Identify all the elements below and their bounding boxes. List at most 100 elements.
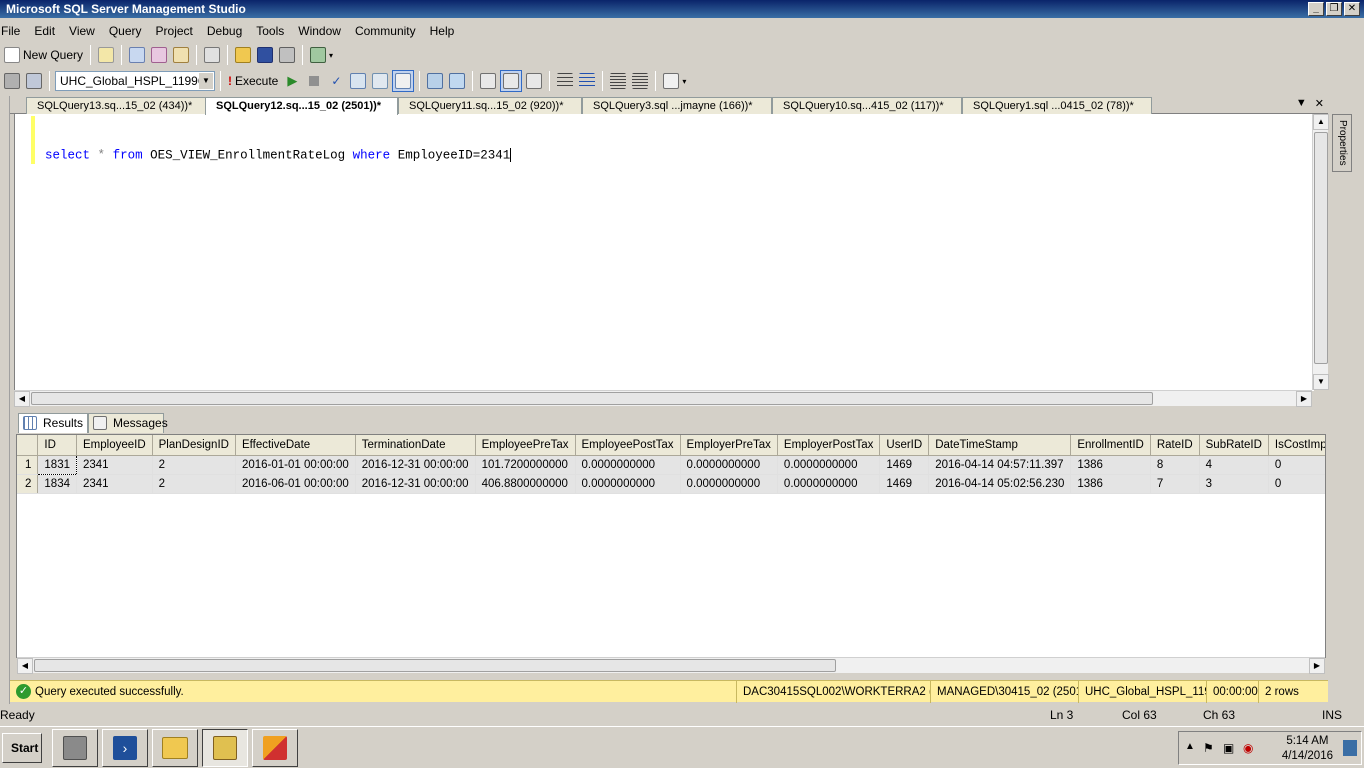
grid-cell[interactable]: 2016-12-31 00:00:00 [355, 474, 476, 494]
column-header[interactable]: SubRateID [1199, 435, 1269, 456]
row-header-corner[interactable] [17, 435, 39, 456]
uncomment-button[interactable] [577, 70, 597, 92]
grid-cell[interactable]: 3 [1199, 474, 1269, 494]
taskbar-server-manager[interactable] [52, 729, 98, 767]
scroll-right-icon[interactable]: ▶ [1309, 658, 1325, 674]
close-window-button[interactable]: ✕ [1344, 2, 1360, 16]
tab-sqlquery12[interactable]: SQLQuery12.sq...15_02 (2501))* [205, 97, 398, 115]
tab-list-dropdown-icon[interactable]: ▼ [1296, 97, 1307, 110]
cancel-query-button[interactable] [304, 70, 324, 92]
tab-messages[interactable]: Messages [88, 413, 168, 433]
menu-file[interactable]: File [0, 20, 27, 42]
table-row[interactable]: 1 1831 2341 2 2016-01-01 00:00:00 2016-1… [17, 454, 1325, 475]
sql-compact-button[interactable] [202, 44, 222, 66]
column-header[interactable]: EnrollmentID [1070, 435, 1151, 456]
increase-indent-button[interactable] [630, 70, 650, 92]
menu-edit[interactable]: Edit [27, 20, 62, 42]
grid-cell[interactable]: 2016-06-01 00:00:00 [235, 474, 356, 494]
query-options-button[interactable] [370, 70, 390, 92]
connect-button[interactable] [2, 70, 22, 92]
specify-template-values-button[interactable]: ▾ [661, 70, 688, 92]
tab-sqlquery3[interactable]: SQLQuery3.sql ...jmayne (166))* [582, 97, 772, 114]
grid-cell[interactable]: 2016-04-14 04:57:11.397 [928, 455, 1072, 475]
column-header[interactable]: EmployeePreTax [475, 435, 576, 456]
results-to-file-button[interactable] [524, 70, 544, 92]
grid-cell[interactable]: 8 [1150, 455, 1200, 475]
menu-community[interactable]: Community [348, 20, 423, 42]
open-file-button[interactable] [233, 44, 253, 66]
include-actual-plan-button[interactable] [425, 70, 445, 92]
grid-cell[interactable]: 0.0000000000 [777, 455, 881, 475]
show-hidden-icons-icon[interactable]: ▲ [1185, 741, 1195, 752]
grid-cell[interactable]: 1386 [1070, 474, 1151, 494]
column-header[interactable]: ID [37, 435, 77, 456]
network-icon[interactable]: ▣ [1223, 741, 1234, 755]
menu-query[interactable]: Query [102, 20, 149, 42]
results-to-grid-button[interactable] [500, 70, 523, 92]
grid-cell[interactable]: 2016-01-01 00:00:00 [235, 455, 356, 475]
new-file-button[interactable] [96, 44, 116, 66]
start-button[interactable]: Start [2, 733, 42, 763]
parse-button[interactable]: ✓ [326, 70, 346, 92]
grid-cell[interactable]: 7 [1150, 474, 1200, 494]
tab-sqlquery10[interactable]: SQLQuery10.sq...415_02 (117))* [772, 97, 962, 114]
new-query-button[interactable]: New Query [2, 44, 85, 66]
grid-cell[interactable]: 2341 [76, 455, 153, 475]
grid-cell[interactable]: 1834 [37, 474, 77, 494]
menu-view[interactable]: View [62, 20, 102, 42]
properties-side-tab[interactable]: Properties [1332, 114, 1352, 172]
query-editor[interactable]: select * from OES_VIEW_EnrollmentRateLog… [14, 114, 1314, 391]
menu-debug[interactable]: Debug [200, 20, 249, 42]
grid-cell[interactable]: 101.7200000000 [475, 455, 576, 475]
scroll-up-icon[interactable]: ▲ [1313, 114, 1329, 130]
dmx-query-button[interactable] [149, 44, 169, 66]
grid-cell[interactable]: 2 [152, 474, 236, 494]
row-number[interactable]: 1 [17, 455, 39, 475]
comment-button[interactable] [555, 70, 575, 92]
taskbar-app[interactable] [252, 729, 298, 767]
column-header[interactable]: EmployeeID [76, 435, 153, 456]
editor-vertical-scrollbar[interactable]: ▲ ▼ [1312, 114, 1329, 390]
grid-cell[interactable]: 406.8800000000 [475, 474, 576, 494]
editor-hscroll-thumb[interactable] [31, 392, 1153, 405]
grid-cell[interactable]: 2016-04-14 05:02:56.230 [928, 474, 1072, 494]
column-header[interactable]: EmployerPreTax [680, 435, 778, 456]
column-header[interactable]: EmployerPostTax [777, 435, 881, 456]
print-button[interactable] [277, 44, 297, 66]
restore-button[interactable]: ❐ [1326, 2, 1342, 16]
grid-cell[interactable]: 0.0000000000 [680, 455, 778, 475]
close-tab-icon[interactable]: ✕ [1315, 97, 1324, 110]
column-header[interactable]: TerminationDate [355, 435, 476, 456]
scroll-right-icon[interactable]: ▶ [1296, 391, 1312, 407]
menu-project[interactable]: Project [149, 20, 200, 42]
row-number[interactable]: 2 [17, 474, 39, 494]
grid-cell[interactable]: 0.0000000000 [575, 455, 681, 475]
results-grid[interactable]: ID EmployeeID PlanDesignID EffectiveDate… [16, 434, 1326, 658]
scroll-left-icon[interactable]: ◀ [14, 391, 30, 407]
menu-tools[interactable]: Tools [249, 20, 291, 42]
grid-cell[interactable]: 1386 [1070, 455, 1151, 475]
client-statistics-button[interactable] [447, 70, 467, 92]
volume-muted-icon[interactable]: ◉ [1243, 741, 1253, 755]
column-header[interactable]: IsCostImport [1268, 435, 1325, 456]
change-connection-button[interactable] [24, 70, 44, 92]
show-desktop-icon[interactable] [1343, 740, 1357, 756]
scroll-left-icon[interactable]: ◀ [17, 658, 33, 674]
clock[interactable]: 5:14 AM 4/14/2016 [1282, 734, 1333, 764]
table-row[interactable]: 2 1834 2341 2 2016-06-01 00:00:00 2016-1… [17, 474, 1325, 494]
menu-window[interactable]: Window [291, 20, 348, 42]
grid-cell[interactable]: 1469 [879, 474, 930, 494]
column-header[interactable]: RateID [1150, 435, 1200, 456]
grid-hscroll-thumb[interactable] [34, 659, 836, 672]
activity-monitor-button[interactable]: ▾ [308, 44, 335, 66]
editor-vscroll-thumb[interactable] [1314, 132, 1328, 364]
minimize-button[interactable]: _ [1308, 2, 1324, 16]
decrease-indent-button[interactable] [608, 70, 628, 92]
menu-help[interactable]: Help [423, 20, 462, 42]
grid-cell[interactable]: 1469 [879, 455, 930, 475]
taskbar-ssms[interactable] [202, 729, 248, 767]
grid-cell[interactable]: 0.0000000000 [680, 474, 778, 494]
grid-horizontal-scrollbar[interactable]: ◀ ▶ [17, 657, 1325, 674]
editor-horizontal-scrollbar[interactable]: ◀ ▶ [14, 390, 1312, 407]
grid-cell[interactable]: 2341 [76, 474, 153, 494]
